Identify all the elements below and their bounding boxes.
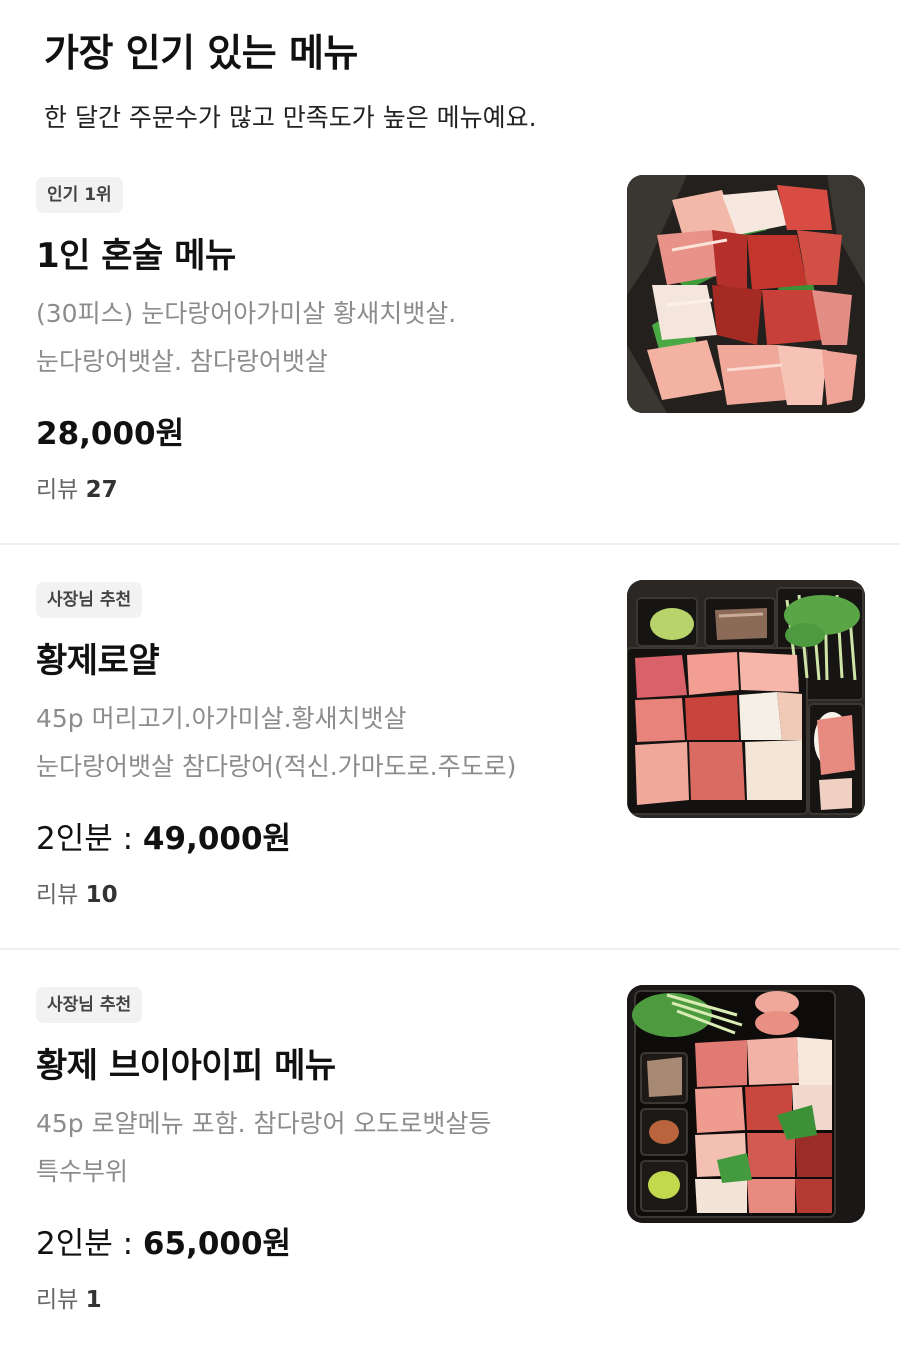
review-label: 리뷰 bbox=[36, 1287, 79, 1313]
tuna-bento-photo[interactable] bbox=[627, 580, 865, 818]
menu-description: 45p 머리고기.아가미살.황새치뱃살 눈다랑어뱃살 참다랑어(적신.가마도로.… bbox=[36, 704, 517, 781]
menu-item-royal[interactable]: 사장님 추천 황제로얄 45p 머리고기.아가미살.황새치뱃살 눈다랑어뱃살 참… bbox=[0, 555, 900, 960]
review-label: 리뷰 bbox=[36, 477, 79, 503]
section-title: 가장 인기 있는 메뉴 bbox=[44, 31, 358, 75]
review-label: 리뷰 bbox=[36, 882, 79, 908]
menu-description: 45p 로얄메뉴 포함. 참다랑어 오도로뱃살등 특수부위 bbox=[36, 1109, 492, 1186]
section-subtitle: 한 달간 주문수가 많고 만족도가 높은 메뉴예요. bbox=[44, 103, 537, 132]
review-number: 27 bbox=[85, 477, 118, 503]
divider bbox=[0, 543, 900, 545]
menu-description: (30피스) 눈다랑어아가미살 황새치뱃살. 눈다랑어뱃살. 참다랑어뱃살 bbox=[36, 299, 457, 376]
review-count: 리뷰 1 bbox=[36, 1280, 102, 1314]
price-value: 49,000원 bbox=[142, 821, 292, 857]
sashimi-platter-photo[interactable] bbox=[627, 175, 865, 413]
owner-pick-badge: 사장님 추천 bbox=[36, 987, 143, 1023]
menu-name: 황제로얄 bbox=[36, 641, 160, 681]
vip-bento-photo[interactable] bbox=[627, 985, 865, 1223]
review-count: 리뷰 10 bbox=[36, 875, 118, 909]
owner-pick-badge: 사장님 추천 bbox=[36, 582, 143, 618]
review-number: 10 bbox=[85, 882, 118, 908]
price-prefix: 2인분 : bbox=[36, 1226, 143, 1262]
divider bbox=[0, 948, 900, 950]
popularity-badge: 인기 1위 bbox=[36, 177, 123, 213]
menu-name: 황제 브이아이피 메뉴 bbox=[36, 1046, 336, 1086]
review-number: 1 bbox=[85, 1287, 102, 1313]
menu-price: 28,000원 bbox=[36, 408, 184, 453]
price-prefix: 2인분 : bbox=[36, 821, 143, 857]
menu-name: 1인 혼술 메뉴 bbox=[36, 236, 236, 276]
price-value: 65,000원 bbox=[142, 1226, 292, 1262]
price-value: 28,000원 bbox=[36, 416, 185, 452]
menu-item-solo-drinking[interactable]: 인기 1위 1인 혼술 메뉴 (30피스) 눈다랑어아가미살 황새치뱃살. 눈다… bbox=[0, 150, 900, 555]
menu-item-vip[interactable]: 사장님 추천 황제 브이아이피 메뉴 45p 로얄메뉴 포함. 참다랑어 오도로… bbox=[0, 960, 900, 1365]
review-count: 리뷰 27 bbox=[36, 470, 118, 504]
menu-price: 2인분 : 49,000원 bbox=[36, 813, 291, 858]
menu-price: 2인분 : 65,000원 bbox=[36, 1218, 291, 1263]
